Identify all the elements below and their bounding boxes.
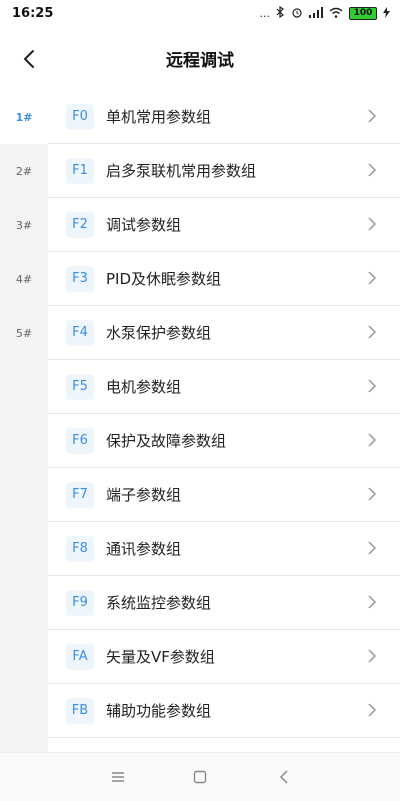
group-label: 保护及故障参数组 — [106, 432, 227, 450]
system-nav-bar — [0, 752, 400, 801]
group-label: 端子参数组 — [106, 486, 182, 504]
chevron-right-icon — [368, 433, 377, 447]
rail-item-3[interactable]: 3# — [0, 198, 48, 252]
list-item[interactable]: F2 调试参数组 — [48, 198, 400, 252]
group-code: F4 — [66, 319, 94, 346]
chevron-right-icon — [368, 109, 377, 123]
more-dots: ... — [259, 7, 271, 20]
list-item[interactable]: F5 电机参数组 — [48, 360, 400, 414]
group-label: 矢量及VF参数组 — [106, 648, 215, 666]
group-code: F8 — [66, 535, 94, 562]
list-item[interactable]: F7 端子参数组 — [48, 468, 400, 522]
chevron-right-icon — [368, 271, 377, 285]
group-label: PID及休眠参数组 — [106, 270, 222, 288]
list-item[interactable]: FB 辅助功能参数组 — [48, 684, 400, 738]
chevron-right-icon — [368, 703, 377, 717]
chevron-right-icon — [368, 217, 377, 231]
group-code: F2 — [66, 211, 94, 238]
chevron-right-icon — [368, 595, 377, 609]
group-code: F5 — [66, 373, 94, 400]
alarm-icon — [291, 6, 303, 21]
group-code: FA — [66, 643, 94, 670]
bluetooth-icon — [276, 5, 285, 21]
chevron-right-icon — [368, 649, 377, 663]
list-item[interactable]: F4 水泵保护参数组 — [48, 306, 400, 360]
menu-nav-button[interactable] — [106, 765, 130, 789]
list-item-partial[interactable] — [48, 738, 400, 752]
list-item[interactable]: F0 单机常用参数组 — [48, 90, 400, 144]
status-bar: 16:25 ... 100 — [0, 0, 400, 28]
home-nav-button[interactable] — [188, 765, 212, 789]
rail-item-1[interactable]: 1# — [0, 90, 48, 144]
home-square-icon — [193, 770, 207, 784]
list-item[interactable]: FA 矢量及VF参数组 — [48, 630, 400, 684]
status-icons: ... 100 — [259, 5, 390, 21]
group-label: 启多泵联机常用参数组 — [106, 162, 257, 180]
list-item[interactable]: F9 系统监控参数组 — [48, 576, 400, 630]
battery-indicator: 100 — [349, 7, 377, 20]
pump-rail: 1# 2# 3# 4# 5# — [0, 90, 48, 752]
menu-icon — [112, 772, 124, 782]
group-code: F0 — [66, 103, 94, 130]
wifi-icon — [329, 7, 343, 21]
group-label: 单机常用参数组 — [106, 108, 212, 126]
group-code: F9 — [66, 589, 94, 616]
group-label: 调试参数组 — [106, 216, 182, 234]
status-time: 16:25 — [12, 6, 54, 21]
rail-item-5[interactable]: 5# — [0, 306, 48, 360]
header-bar: 远程调试 — [0, 28, 400, 90]
chevron-right-icon — [368, 379, 377, 393]
list-item[interactable]: F3 PID及休眠参数组 — [48, 252, 400, 306]
group-code: FB — [66, 697, 94, 724]
chevron-right-icon — [368, 541, 377, 555]
group-code: F7 — [66, 481, 94, 508]
rail-item-4[interactable]: 4# — [0, 252, 48, 306]
rail-item-2[interactable]: 2# — [0, 144, 48, 198]
list-item[interactable]: F1 启多泵联机常用参数组 — [48, 144, 400, 198]
group-label: 电机参数组 — [106, 378, 182, 396]
back-triangle-icon — [279, 770, 288, 784]
chevron-right-icon — [368, 325, 377, 339]
group-code: F1 — [66, 157, 94, 184]
list-item[interactable]: F6 保护及故障参数组 — [48, 414, 400, 468]
signal-icon — [309, 6, 323, 21]
chevron-right-icon — [368, 163, 377, 177]
back-nav-button[interactable] — [272, 765, 296, 789]
group-label: 系统监控参数组 — [106, 594, 212, 612]
group-code: F3 — [66, 265, 94, 292]
chevron-right-icon — [368, 487, 377, 501]
list-item[interactable]: F8 通讯参数组 — [48, 522, 400, 576]
group-code: F6 — [66, 427, 94, 454]
page-title: 远程调试 — [166, 51, 234, 71]
group-label: 通讯参数组 — [106, 540, 182, 558]
group-label: 辅助功能参数组 — [106, 702, 212, 720]
group-label: 水泵保护参数组 — [106, 324, 212, 342]
charging-icon — [383, 6, 390, 21]
param-group-list: F0 单机常用参数组 F1 启多泵联机常用参数组 F2 调试参数组 F3 PID… — [48, 90, 400, 752]
